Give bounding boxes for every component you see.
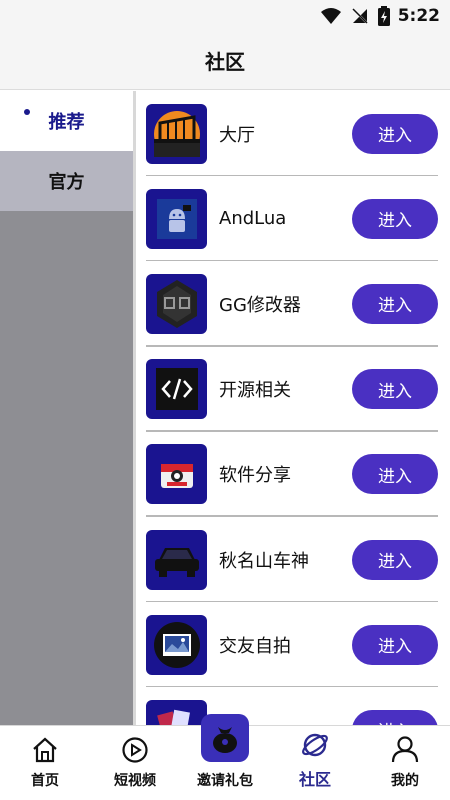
active-indicator-dot [24, 109, 30, 115]
nav-invite-gift[interactable]: 邀请礼包 [180, 714, 270, 800]
nav-short-video[interactable]: 短视频 [90, 726, 180, 800]
sidebar-item-label: 推荐 [48, 112, 85, 133]
status-bar: 5:22 [0, 0, 450, 32]
list-item[interactable]: 大厅 进入 [136, 91, 450, 177]
battery-icon [377, 6, 390, 26]
status-time: 5:22 [397, 6, 440, 26]
code-icon [146, 359, 207, 420]
list-item[interactable]: 开源相关 进入 [136, 347, 450, 432]
item-title: 大厅 [219, 124, 255, 146]
sidebar-item-official[interactable]: 官方 [0, 151, 133, 211]
nav-label: 邀请礼包 [197, 773, 253, 789]
sidebar-item-label: 官方 [48, 172, 85, 193]
nav-community[interactable]: 社区 [270, 726, 360, 800]
enter-button[interactable]: 进入 [352, 709, 438, 725]
list-item[interactable]: GG修改器 进入 [136, 261, 450, 347]
android-robot-icon [146, 188, 207, 249]
car-icon [146, 529, 207, 590]
enter-button[interactable]: 进入 [352, 283, 438, 324]
user-icon [391, 736, 419, 763]
wifi-icon [320, 8, 341, 24]
item-title: 秋名山车神 [219, 550, 309, 572]
list-item[interactable]: AndLua 进入 [136, 176, 450, 262]
play-icon [122, 737, 148, 763]
enter-button[interactable]: 进入 [352, 198, 438, 239]
bottom-nav: 首页 短视频 邀请礼包 社区 我的 [0, 714, 450, 800]
item-title: 开源相关 [219, 380, 291, 402]
enter-button[interactable]: 进入 [352, 454, 438, 495]
page-title: 社区 [205, 50, 245, 74]
nav-label: 社区 [298, 770, 331, 789]
top-bar: 社区 [0, 32, 450, 90]
nav-mine[interactable]: 我的 [360, 726, 450, 800]
enter-button[interactable]: 进入 [352, 624, 438, 665]
bridge-icon [146, 103, 207, 164]
item-title: 软件分享 [219, 465, 291, 487]
nav-label: 短视频 [114, 773, 156, 789]
enter-button[interactable]: 进入 [352, 539, 438, 580]
community-list[interactable]: 大厅 进入 AndLua 进入 GG修改器 进入 开源相关 进入 软件分享 进入… [136, 91, 450, 725]
enter-button[interactable]: 进入 [352, 113, 438, 154]
list-item[interactable]: 秋名山车神 进入 [136, 517, 450, 603]
item-title: GG修改器 [219, 294, 301, 316]
home-icon [33, 737, 57, 763]
planet-icon [302, 733, 328, 757]
no-signal-icon [350, 7, 369, 25]
nav-home[interactable]: 首页 [0, 726, 90, 800]
category-sidebar: 推荐 官方 [0, 91, 133, 725]
item-title: 交友自拍 [219, 635, 291, 657]
photo-icon [146, 614, 207, 675]
software-box-icon [146, 444, 207, 505]
nav-label: 我的 [391, 773, 419, 789]
gg-helmet-icon [146, 273, 207, 334]
sidebar-item-recommended[interactable]: 推荐 [0, 91, 133, 151]
cards-icon [146, 699, 207, 725]
enter-button[interactable]: 进入 [352, 369, 438, 410]
nav-label: 首页 [31, 773, 59, 789]
list-item[interactable]: 软件分享 进入 [136, 432, 450, 518]
list-item[interactable]: 交友自拍 进入 [136, 602, 450, 688]
list-item[interactable]: 进入 [136, 687, 450, 725]
item-title: AndLua [219, 208, 287, 230]
gift-bag-icon [201, 714, 249, 762]
